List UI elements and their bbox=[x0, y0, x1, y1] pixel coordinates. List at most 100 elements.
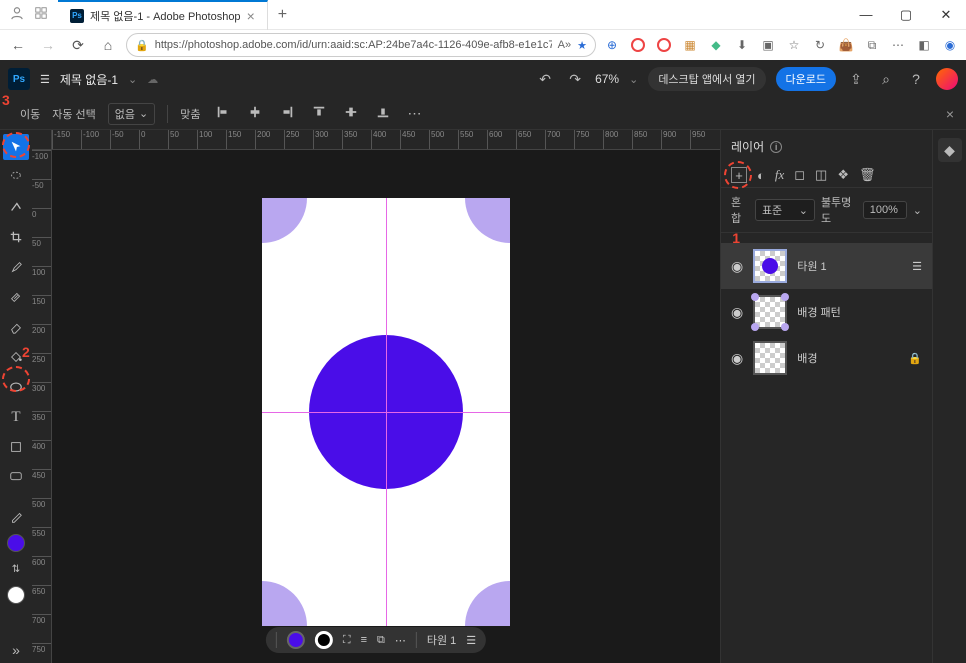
ext-translate-icon[interactable]: ⊕ bbox=[602, 35, 622, 55]
visibility-toggle[interactable]: ◉ bbox=[731, 258, 743, 275]
ext-extensions-icon[interactable]: ⋯ bbox=[888, 35, 908, 55]
hamburger-icon[interactable]: ☰ bbox=[40, 73, 50, 86]
align-left-icon[interactable] bbox=[213, 105, 233, 122]
ctx-layer-menu-icon[interactable]: ☰ bbox=[466, 634, 476, 647]
window-close-button[interactable]: ✕ bbox=[926, 0, 966, 30]
ext-collections-icon[interactable]: ▣ bbox=[758, 35, 778, 55]
workspace-icon[interactable] bbox=[34, 6, 48, 23]
shape-tool[interactable] bbox=[3, 374, 29, 400]
comment-tool[interactable] bbox=[3, 464, 29, 490]
background-color[interactable] bbox=[7, 586, 25, 604]
layer-row-ellipse[interactable]: ◉ 타원 1 ☰ bbox=[721, 243, 932, 289]
ext-puzzle-icon[interactable]: ◧ bbox=[914, 35, 934, 55]
layer-row-bg[interactable]: ◉ 배경 🔒 bbox=[721, 335, 932, 381]
ext-adblock1-icon[interactable] bbox=[628, 35, 648, 55]
fx-icon[interactable]: fx bbox=[775, 167, 784, 183]
toolbox-expand-icon[interactable]: » bbox=[3, 637, 29, 663]
align-top-icon[interactable] bbox=[309, 105, 329, 122]
ps-logo-icon[interactable]: Ps bbox=[8, 68, 30, 90]
document-title[interactable]: 제목 없음-1 bbox=[60, 71, 118, 88]
layer-settings-icon[interactable]: ☰ bbox=[912, 260, 922, 273]
ext-shield-icon[interactable]: ◆ bbox=[706, 35, 726, 55]
refresh-button[interactable]: ⟳ bbox=[66, 33, 90, 57]
user-avatar[interactable] bbox=[936, 68, 958, 90]
move-tool[interactable] bbox=[3, 134, 29, 160]
layer-row-pattern[interactable]: ◉ 배경 패턴 bbox=[721, 289, 932, 335]
heal-tool[interactable] bbox=[3, 284, 29, 310]
address-bar[interactable]: 🔒 https://photoshop.adobe.com/id/urn:aai… bbox=[126, 33, 596, 57]
lasso-tool[interactable] bbox=[3, 164, 29, 190]
ext-adblock2-icon[interactable] bbox=[654, 35, 674, 55]
layer-thumbnail[interactable] bbox=[753, 295, 787, 329]
ext-grid-icon[interactable]: ▦ bbox=[680, 35, 700, 55]
redo-button[interactable]: ↷ bbox=[565, 71, 585, 88]
share-icon[interactable]: ⇪ bbox=[846, 71, 866, 88]
help-icon[interactable]: ? bbox=[906, 71, 926, 87]
options-more-icon[interactable]: ⋯ bbox=[405, 105, 425, 122]
window-minimize-button[interactable]: — bbox=[846, 0, 886, 30]
add-layer-button[interactable]: + bbox=[731, 167, 747, 183]
type-tool[interactable]: T bbox=[3, 404, 29, 430]
lock-icon[interactable]: 🔒 bbox=[908, 352, 922, 365]
undo-button[interactable]: ↶ bbox=[535, 71, 555, 88]
crop-tool[interactable] bbox=[3, 224, 29, 250]
foreground-color[interactable] bbox=[7, 534, 25, 552]
delete-icon[interactable]: 🗑 bbox=[859, 167, 876, 183]
forward-button[interactable]: → bbox=[36, 33, 60, 57]
window-maximize-button[interactable]: ▢ bbox=[886, 0, 926, 30]
favorite-icon[interactable]: ★ bbox=[577, 39, 587, 52]
back-button[interactable]: ← bbox=[6, 33, 30, 57]
eyedropper-tool[interactable] bbox=[3, 504, 29, 530]
download-button[interactable]: 다운로드 bbox=[776, 67, 836, 91]
tab-close-icon[interactable]: × bbox=[247, 8, 255, 24]
adjustment-icon[interactable]: ◐ bbox=[757, 168, 765, 183]
layers-panel-icon[interactable]: ◆ bbox=[938, 138, 962, 162]
layer-thumbnail[interactable] bbox=[753, 341, 787, 375]
browser-tab-active[interactable]: Ps 제목 없음-1 - Adobe Photoshop × bbox=[58, 0, 268, 30]
guide-horizontal[interactable] bbox=[262, 412, 510, 413]
artboard[interactable] bbox=[262, 198, 510, 626]
select-tool[interactable] bbox=[3, 194, 29, 220]
ruler-origin[interactable] bbox=[32, 130, 52, 150]
auto-select-dropdown[interactable]: 없음 ⌄ bbox=[108, 103, 155, 125]
blend-mode-select[interactable]: 표준 ⌄ bbox=[755, 199, 815, 221]
align-right-icon[interactable] bbox=[277, 105, 297, 122]
ext-bag-icon[interactable]: 👜 bbox=[836, 35, 856, 55]
swap-colors-icon[interactable]: ⇅ bbox=[3, 556, 29, 582]
eraser-tool[interactable] bbox=[3, 314, 29, 340]
brush-tool[interactable] bbox=[3, 254, 29, 280]
align-hcenter-icon[interactable] bbox=[245, 105, 265, 122]
align-bottom-icon[interactable] bbox=[373, 105, 393, 122]
ext-history-icon[interactable]: ↻ bbox=[810, 35, 830, 55]
align-vcenter-icon[interactable] bbox=[341, 105, 361, 122]
ruler-vertical[interactable]: -100-50050100150200250300350400450500550… bbox=[32, 150, 52, 663]
blend-icon[interactable]: ❖ bbox=[837, 167, 849, 183]
info-icon[interactable]: i bbox=[770, 141, 782, 153]
ruler-horizontal[interactable]: -150-100-5005010015020025030035040045050… bbox=[52, 130, 720, 150]
layers-panel-header[interactable]: 레이어 i bbox=[721, 130, 932, 163]
doc-dropdown-icon[interactable]: ⌄ bbox=[128, 73, 137, 86]
profile-icon[interactable] bbox=[10, 6, 24, 23]
zoom-dropdown-icon[interactable]: ⌄ bbox=[629, 73, 638, 86]
ctx-fill-color[interactable] bbox=[287, 631, 305, 649]
ctx-arrange-icon[interactable]: ⧉ bbox=[377, 634, 385, 647]
ext-more1-icon[interactable]: ⧉ bbox=[862, 35, 882, 55]
layer-thumbnail[interactable] bbox=[753, 249, 787, 283]
ctx-align-icon[interactable]: ≡ bbox=[361, 634, 367, 646]
options-close-icon[interactable]: × bbox=[946, 106, 960, 122]
group-icon[interactable]: ◫ bbox=[815, 167, 827, 183]
opacity-dropdown-icon[interactable]: ⌄ bbox=[913, 204, 922, 217]
artboard-tool[interactable] bbox=[3, 434, 29, 460]
reader-icon[interactable]: A» bbox=[558, 39, 571, 51]
ext-copilot-icon[interactable]: ◉ bbox=[940, 35, 960, 55]
open-in-desktop-button[interactable]: 데스크탑 앱에서 열기 bbox=[648, 67, 765, 91]
zoom-value[interactable]: 67% bbox=[595, 72, 619, 86]
ext-favorites-icon[interactable]: ☆ bbox=[784, 35, 804, 55]
ctx-transform-icon[interactable]: ⛶ bbox=[343, 634, 351, 647]
home-button[interactable]: ⌂ bbox=[96, 33, 120, 57]
ctx-stroke-color[interactable] bbox=[315, 631, 333, 649]
ext-download-icon[interactable]: ⬇ bbox=[732, 35, 752, 55]
visibility-toggle[interactable]: ◉ bbox=[731, 350, 743, 367]
search-icon[interactable]: ⌕ bbox=[876, 71, 896, 88]
ctx-more-icon[interactable]: ⋯ bbox=[395, 634, 406, 647]
